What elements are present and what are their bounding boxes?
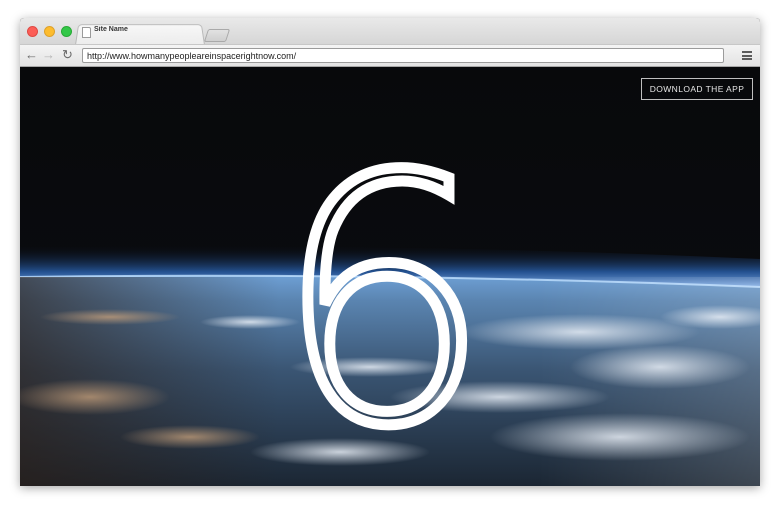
address-bar[interactable]: http://www.howmanypeopleareinspacerightn… [82,48,724,63]
back-arrow-icon[interactable]: ← [25,47,38,63]
tab-content: Site Name [82,26,202,44]
download-app-button[interactable]: DOWNLOAD THE APP [641,78,753,100]
forward-arrow-icon[interactable]: → [42,47,55,63]
earth-from-space-image: 6 [20,67,760,486]
reload-icon[interactable]: ↻ [62,47,73,63]
browser-toolbar: ← → ↻ http://www.howmanypeopleareinspace… [20,44,760,67]
new-tab-button[interactable] [203,29,231,42]
tab-strip: Site Name [20,18,760,45]
hamburger-menu-icon[interactable] [742,51,752,60]
minimize-window-button[interactable] [44,26,55,37]
people-count-number: 6 [275,105,491,486]
url-text: http://www.howmanypeopleareinspacerightn… [87,51,297,61]
close-window-button[interactable] [27,26,38,37]
page-icon [82,27,91,38]
maximize-window-button[interactable] [61,26,72,37]
tab-title: Site Name [94,26,128,33]
browser-window: Site Name ← → ↻ http://www.howmanypeople… [20,18,760,486]
page-viewport: 6 DOWNLOAD THE APP [20,67,760,486]
